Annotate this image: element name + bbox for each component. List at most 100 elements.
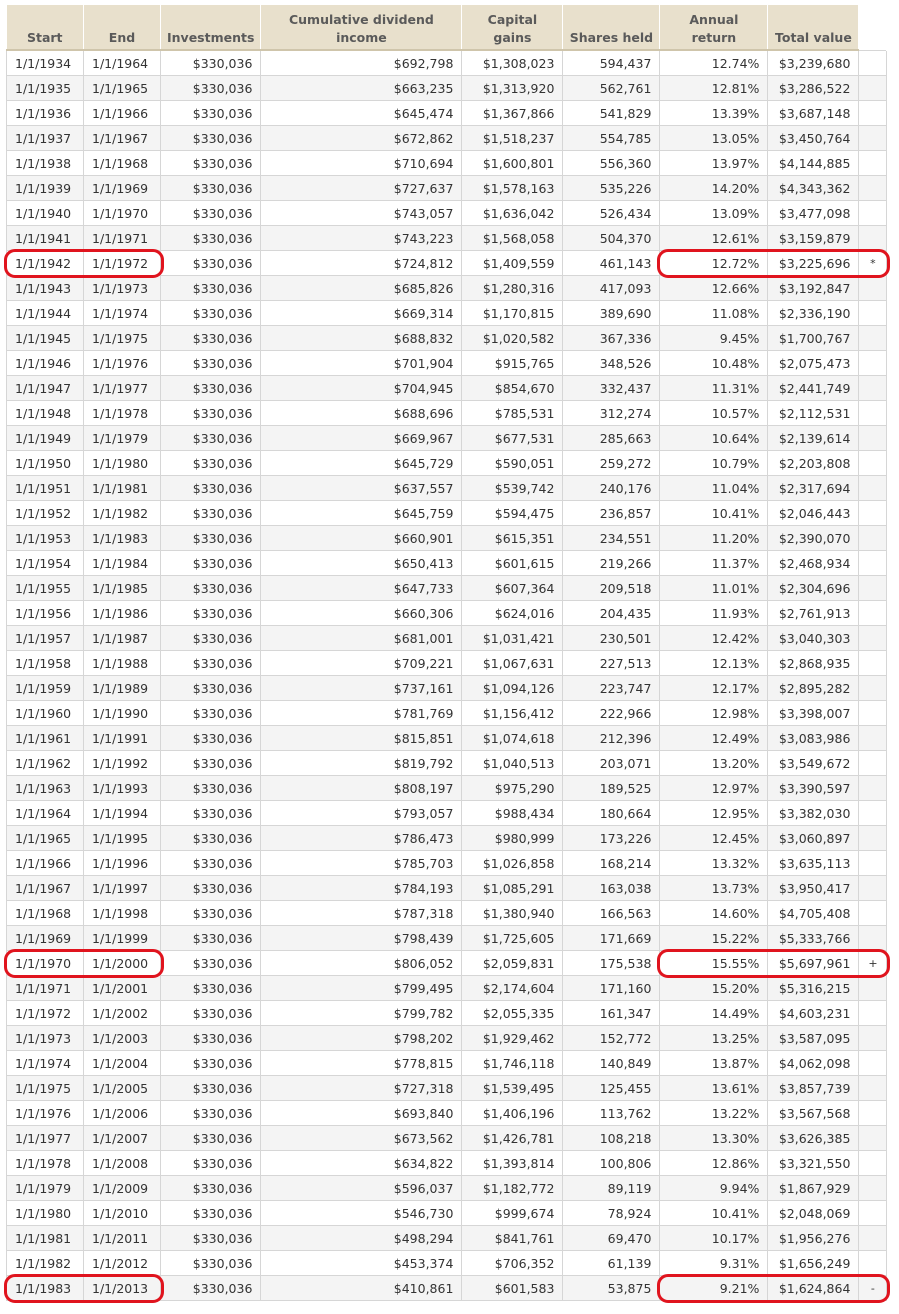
cell-shares-held: 140,849	[562, 1050, 661, 1076]
cell-total-value: $3,635,113	[767, 850, 860, 876]
cell-capital-gains: $975,290	[461, 775, 564, 801]
cell-marker: *	[858, 250, 888, 276]
column-header-shares-held[interactable]: Shares held	[562, 5, 661, 51]
cell-total-value: $4,062,098	[767, 1050, 860, 1076]
cell-investments: $330,036	[159, 475, 262, 501]
table-row: 1/1/1947 1/1/1977 $330,036 $704,945 $854,670…	[6, 375, 888, 401]
table-row: 1/1/1957 1/1/1987 $330,036 $681,001 $1,031,4…	[6, 625, 888, 651]
cell-investments: $330,036	[159, 575, 262, 601]
cell-marker	[858, 775, 888, 801]
cell-annual-return: 13.30%	[659, 1125, 769, 1151]
cell-end: 1/1/1967	[83, 125, 161, 151]
cell-cumulative-dividend-income: $688,832	[260, 325, 463, 351]
cell-end: 1/1/1980	[83, 450, 161, 476]
cell-annual-return: 13.20%	[659, 750, 769, 776]
cell-marker	[858, 925, 888, 951]
cell-start: 1/1/1953	[6, 525, 84, 551]
table-row: 1/1/1936 1/1/1966 $330,036 $645,474 $1,367,8…	[6, 100, 888, 126]
cell-annual-return: 12.66%	[659, 275, 769, 301]
cell-annual-return: 12.17%	[659, 675, 769, 701]
column-header-end[interactable]: End	[83, 5, 161, 51]
cell-start: 1/1/1974	[6, 1050, 84, 1076]
cell-cumulative-dividend-income: $724,812	[260, 250, 463, 276]
cell-investments: $330,036	[159, 100, 262, 126]
table-row: 1/1/1979 1/1/2009 $330,036 $596,037 $1,182,7…	[6, 1175, 888, 1201]
cell-investments: $330,036	[159, 250, 262, 276]
column-header-cumulative-dividend-income[interactable]: Cumulative dividend income	[260, 5, 463, 51]
table-row: 1/1/1961 1/1/1991 $330,036 $815,851 $1,074,6…	[6, 725, 888, 751]
cell-cumulative-dividend-income: $727,637	[260, 175, 463, 201]
cell-capital-gains: $841,761	[461, 1225, 564, 1251]
cell-capital-gains: $1,313,920	[461, 75, 564, 101]
cell-cumulative-dividend-income: $647,733	[260, 575, 463, 601]
cell-annual-return: 12.45%	[659, 825, 769, 851]
cell-cumulative-dividend-income: $596,037	[260, 1175, 463, 1201]
cell-total-value: $2,304,696	[767, 575, 860, 601]
cell-shares-held: 69,470	[562, 1225, 661, 1251]
column-header-total-value[interactable]: Total value	[767, 5, 860, 51]
cell-annual-return: 10.41%	[659, 500, 769, 526]
table-row: 1/1/1972 1/1/2002 $330,036 $799,782 $2,055,3…	[6, 1000, 888, 1026]
cell-investments: $330,036	[159, 900, 262, 926]
cell-shares-held: 312,274	[562, 400, 661, 426]
cell-cumulative-dividend-income: $672,862	[260, 125, 463, 151]
cell-marker	[858, 175, 888, 201]
cell-marker	[858, 700, 888, 726]
cell-capital-gains: $1,380,940	[461, 900, 564, 926]
table-row: 1/1/1941 1/1/1971 $330,036 $743,223 $1,568,0…	[6, 225, 888, 251]
cell-total-value: $3,382,030	[767, 800, 860, 826]
cell-shares-held: 367,336	[562, 325, 661, 351]
cell-total-value: $3,192,847	[767, 275, 860, 301]
column-header-investments[interactable]: Investments	[160, 5, 262, 51]
table-row: 1/1/1964 1/1/1994 $330,036 $793,057 $988,434…	[6, 800, 888, 826]
column-header-capital-gains[interactable]: Capital gains	[461, 5, 564, 51]
cell-start: 1/1/1965	[6, 825, 84, 851]
table-header-row: Start End Investments Cumulative dividen…	[6, 5, 888, 51]
cell-investments: $330,036	[159, 825, 262, 851]
cell-investments: $330,036	[159, 1075, 262, 1101]
cell-annual-return: 11.20%	[659, 525, 769, 551]
cell-cumulative-dividend-income: $710,694	[260, 150, 463, 176]
cell-capital-gains: $624,016	[461, 600, 564, 626]
cell-end: 1/1/2010	[83, 1200, 161, 1226]
column-header-start[interactable]: Start	[6, 5, 84, 51]
cell-capital-gains: $785,531	[461, 400, 564, 426]
cell-total-value: $2,139,614	[767, 425, 860, 451]
cell-end: 1/1/1997	[83, 875, 161, 901]
cell-total-value: $3,450,764	[767, 125, 860, 151]
cell-capital-gains: $2,059,831	[461, 950, 564, 976]
cell-end: 1/1/1970	[83, 200, 161, 226]
cell-annual-return: 12.49%	[659, 725, 769, 751]
cell-marker	[858, 725, 888, 751]
cell-end: 1/1/1972	[83, 250, 161, 276]
cell-capital-gains: $854,670	[461, 375, 564, 401]
cell-start: 1/1/1941	[6, 225, 84, 251]
cell-capital-gains: $607,364	[461, 575, 564, 601]
cell-shares-held: 348,526	[562, 350, 661, 376]
cell-marker	[858, 800, 888, 826]
cell-capital-gains: $915,765	[461, 350, 564, 376]
table-row: 1/1/1968 1/1/1998 $330,036 $787,318 $1,380,9…	[6, 900, 888, 926]
cell-capital-gains: $1,406,196	[461, 1100, 564, 1126]
cell-cumulative-dividend-income: $784,193	[260, 875, 463, 901]
cell-annual-return: 12.42%	[659, 625, 769, 651]
cell-cumulative-dividend-income: $663,235	[260, 75, 463, 101]
cell-total-value: $3,159,879	[767, 225, 860, 251]
cell-end: 1/1/1968	[83, 150, 161, 176]
cell-investments: $330,036	[159, 1275, 262, 1301]
cell-marker	[858, 825, 888, 851]
cell-investments: $330,036	[159, 725, 262, 751]
cell-annual-return: 9.94%	[659, 1175, 769, 1201]
column-header-annual-return[interactable]: Annual return	[659, 5, 769, 51]
cell-capital-gains: $1,020,582	[461, 325, 564, 351]
cell-investments: $330,036	[159, 1025, 262, 1051]
cell-start: 1/1/1964	[6, 800, 84, 826]
table-row: 1/1/1981 1/1/2011 $330,036 $498,294 $841,761…	[6, 1225, 888, 1251]
cell-shares-held: 219,266	[562, 550, 661, 576]
cell-total-value: $3,950,417	[767, 875, 860, 901]
cell-total-value: $2,761,913	[767, 600, 860, 626]
cell-investments: $330,036	[159, 300, 262, 326]
cell-annual-return: 14.49%	[659, 1000, 769, 1026]
cell-annual-return: 11.93%	[659, 600, 769, 626]
cell-annual-return: 10.17%	[659, 1225, 769, 1251]
